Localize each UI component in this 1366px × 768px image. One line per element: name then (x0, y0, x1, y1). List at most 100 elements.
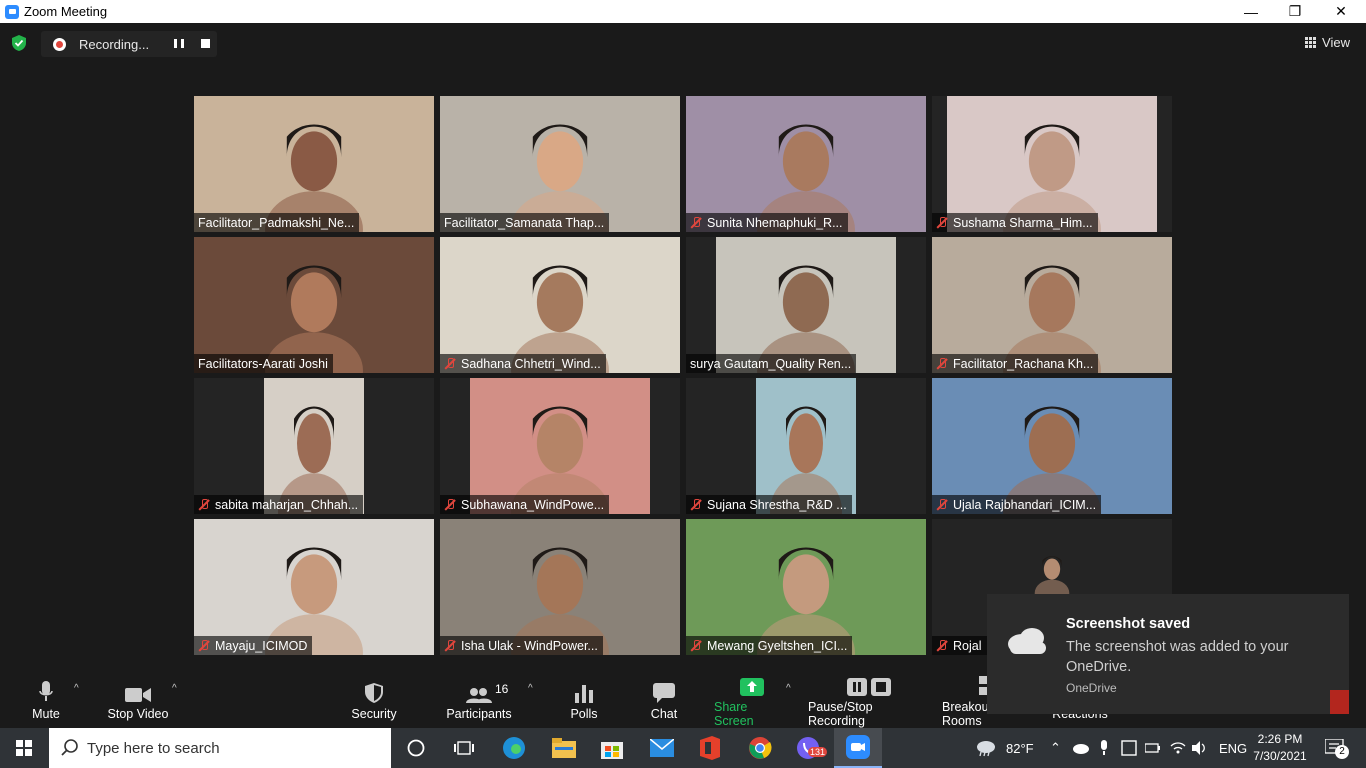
onedrive-notification[interactable]: Screenshot saved The screenshot was adde… (987, 594, 1349, 714)
participant-tile[interactable]: sabita maharjan_Chhah... (194, 378, 434, 514)
office-icon[interactable] (686, 728, 734, 768)
task-view-icon[interactable] (440, 728, 488, 768)
stop-recording-icon[interactable] (201, 39, 210, 48)
participant-tile[interactable]: Ujala Rajbhandari_ICIM... (932, 378, 1172, 514)
notification-source: OneDrive (1066, 681, 1117, 695)
muted-microphone-icon (690, 216, 702, 229)
participant-tile[interactable]: Facilitator_Rachana Kh... (932, 237, 1172, 373)
participant-name-tag: Facilitator_Padmakshi_Ne... (194, 213, 360, 232)
clock-date: 7/30/2021 (1253, 749, 1307, 763)
participant-video (932, 378, 1172, 514)
participant-tile[interactable]: Mewang Gyeltshen_ICI... (686, 519, 926, 655)
polls-button[interactable]: Polls (566, 673, 602, 728)
participant-tile[interactable]: Mayaju_ICIMOD (194, 519, 434, 655)
recording-dot-icon (53, 37, 66, 51)
close-button[interactable]: ✕ (1318, 0, 1364, 23)
participant-tile[interactable]: Sunita Nhemaphuki_R... (686, 96, 926, 232)
participant-name-tag: Facilitator_Samanata Thap... (440, 213, 610, 232)
onedrive-tray-icon[interactable] (1072, 728, 1090, 768)
zoom-taskbar-icon[interactable] (834, 728, 882, 768)
share-screen-arrow-icon (740, 678, 764, 696)
muted-microphone-icon (690, 639, 702, 652)
chat-button[interactable]: Chat (646, 673, 682, 728)
participant-video (947, 96, 1157, 232)
weather-widget[interactable]: 82°F (975, 728, 1034, 768)
share-options-chevron-icon[interactable]: ^ (786, 683, 791, 694)
polls-label: Polls (570, 707, 598, 721)
participant-name: Sushama Sharma_Him... (953, 215, 1093, 230)
security-label: Security (351, 707, 397, 721)
start-button[interactable] (0, 728, 48, 768)
participant-tile[interactable]: Facilitator_Padmakshi_Ne... (194, 96, 434, 232)
chrome-icon[interactable] (736, 728, 784, 768)
participant-name-tag: Sushama Sharma_Him... (932, 213, 1098, 232)
participant-tile[interactable]: Sushama Sharma_Him... (932, 96, 1172, 232)
pause-stop-recording-button[interactable]: Pause/Stop Recording (808, 673, 930, 728)
viber-icon[interactable]: 131 (784, 728, 832, 768)
participant-name-tag: Rojal (932, 636, 987, 655)
file-explorer-icon[interactable] (540, 728, 588, 768)
participants-count: 16 (495, 682, 509, 696)
security-button[interactable]: Security (348, 673, 400, 728)
participant-name-tag: Subhawana_WindPowe... (440, 495, 610, 514)
participant-tile[interactable]: Facilitators-Aarati Joshi (194, 237, 434, 373)
participant-video (440, 237, 680, 373)
language-indicator[interactable]: ENG (1219, 728, 1247, 768)
action-center-button[interactable]: 2 (1325, 728, 1349, 768)
encryption-shield-icon[interactable] (11, 35, 27, 51)
volume-icon[interactable] (1192, 728, 1208, 768)
search-icon (61, 739, 78, 756)
participant-tile[interactable]: Isha Ulak - WindPower... (440, 519, 680, 655)
taskbar-clock[interactable]: 2:26 PM 7/30/2021 (1250, 731, 1310, 765)
taskbar-search-box[interactable]: Type here to search (49, 728, 391, 768)
participant-tile[interactable]: Subhawana_WindPowe... (440, 378, 680, 514)
participant-name: Sadhana Chhetri_Wind... (461, 356, 601, 371)
participant-tile[interactable]: Facilitator_Samanata Thap... (440, 96, 680, 232)
participants-options-chevron-icon[interactable]: ^ (528, 683, 533, 694)
cortana-icon[interactable] (392, 728, 440, 768)
muted-microphone-icon (198, 498, 210, 511)
maximize-button[interactable]: ❐ (1272, 0, 1318, 23)
participant-name: Facilitators-Aarati Joshi (198, 356, 328, 371)
participant-tile[interactable]: surya Gautam_Quality Ren... (686, 237, 926, 373)
audio-options-chevron-icon[interactable]: ^ (74, 683, 79, 694)
stop-video-button[interactable]: Stop Video (103, 673, 173, 728)
microphone-tray-icon[interactable] (1099, 728, 1109, 768)
participant-video (1012, 546, 1092, 607)
participant-name-tag: Sunita Nhemaphuki_R... (686, 213, 848, 232)
security-tray-icon[interactable] (1121, 728, 1137, 768)
meeting-area: Recording... View Facilitator_Padmakshi_… (0, 23, 1366, 673)
weather-cloud-icon (977, 741, 995, 757)
participant-name-tag: Facilitators-Aarati Joshi (194, 354, 333, 373)
mail-icon[interactable] (638, 728, 686, 768)
participant-name: surya Gautam_Quality Ren... (690, 356, 852, 371)
edge-browser-icon[interactable] (490, 728, 538, 768)
window-title-bar: Zoom Meeting — ❐ ✕ (0, 0, 1366, 23)
participant-tile[interactable]: Sujana Shrestha_R&D ... (686, 378, 926, 514)
participant-tile[interactable]: Sadhana Chhetri_Wind... (440, 237, 680, 373)
stop-video-label: Stop Video (107, 707, 169, 721)
wifi-icon[interactable] (1170, 728, 1186, 768)
minimize-button[interactable]: — (1228, 0, 1274, 23)
mute-button[interactable]: Mute (26, 673, 66, 728)
windows-taskbar: Type here to search 131 82°F ⌃ ENG 2:26 … (0, 728, 1366, 768)
show-hidden-icons-chevron-icon[interactable]: ⌃ (1050, 728, 1061, 768)
participant-video (194, 96, 434, 232)
mute-label: Mute (32, 707, 60, 721)
zoom-app-icon (5, 4, 19, 19)
participant-video (932, 237, 1172, 373)
battery-icon[interactable] (1145, 728, 1161, 768)
share-screen-button[interactable]: Share Screen (714, 673, 790, 728)
pause-recording-icon[interactable] (174, 39, 184, 49)
viber-badge: 131 (808, 747, 828, 757)
participant-video (194, 519, 434, 655)
participant-name: Subhawana_WindPowe... (461, 497, 605, 512)
grid-view-icon (1305, 37, 1317, 48)
microsoft-store-icon[interactable] (588, 728, 636, 768)
video-options-chevron-icon[interactable]: ^ (172, 683, 177, 694)
pause-icon (847, 678, 867, 696)
muted-microphone-icon (444, 639, 456, 652)
view-button[interactable]: View (1305, 35, 1350, 50)
participant-name: Mayaju_ICIMOD (215, 638, 308, 653)
participant-video (440, 519, 680, 655)
